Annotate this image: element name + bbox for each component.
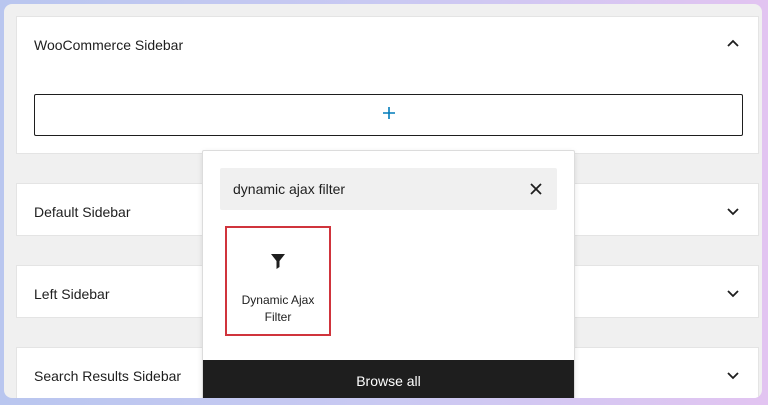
close-icon[interactable] xyxy=(527,180,545,198)
block-search-input[interactable]: dynamic ajax filter xyxy=(220,168,557,210)
chevron-down-icon[interactable] xyxy=(726,204,740,218)
chevron-down-icon[interactable] xyxy=(726,286,740,300)
search-input-value: dynamic ajax filter xyxy=(233,181,346,197)
add-block-button[interactable] xyxy=(34,94,743,136)
panel-woocommerce-sidebar: WooCommerce Sidebar xyxy=(16,16,759,154)
browse-all-button[interactable]: Browse all xyxy=(203,360,574,398)
panel-title[interactable]: WooCommerce Sidebar xyxy=(34,37,183,53)
panel-title[interactable]: Default Sidebar xyxy=(34,204,131,220)
panel-title[interactable]: Search Results Sidebar xyxy=(34,368,181,384)
filter-funnel-icon xyxy=(267,250,289,272)
plus-icon xyxy=(382,106,396,125)
chevron-down-icon[interactable] xyxy=(726,368,740,382)
block-result-dynamic-ajax-filter[interactable]: Dynamic Ajax Filter xyxy=(225,226,331,336)
editor-frame: WooCommerce Sidebar Default Sidebar Left… xyxy=(4,4,762,398)
chevron-up-icon[interactable] xyxy=(726,36,740,50)
block-result-label: Dynamic Ajax Filter xyxy=(241,293,315,324)
panel-title[interactable]: Left Sidebar xyxy=(34,286,110,302)
block-inserter-popover: dynamic ajax filter Dynamic Ajax Filter … xyxy=(202,150,575,398)
